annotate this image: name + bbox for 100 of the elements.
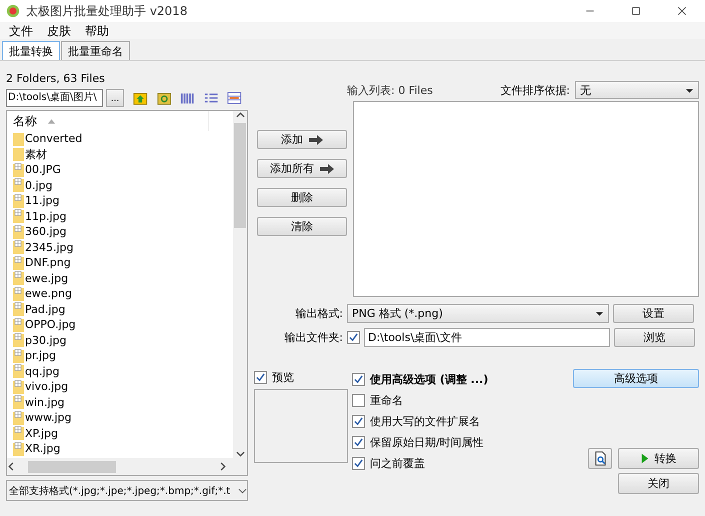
image-file-icon (13, 194, 24, 208)
checkbox[interactable] (347, 331, 360, 344)
output-folder-label: 输出文件夹: (283, 330, 343, 345)
list-button[interactable]: 删除 (257, 188, 347, 207)
folder-icon (13, 147, 24, 162)
image-file-icon (13, 240, 24, 254)
image-file-icon (13, 224, 24, 239)
advanced-options-button[interactable]: 高级选项 (573, 369, 699, 388)
image-file-icon (13, 364, 24, 378)
file-name[interactable]: pr.jpg (25, 349, 56, 362)
checkbox[interactable] (352, 394, 365, 407)
file-name[interactable]: 素材 (25, 146, 47, 162)
column-header[interactable]: 名称 (13, 112, 37, 130)
option-label: 问之前覆盖 (370, 456, 425, 471)
arrow-icon (309, 134, 323, 144)
browse-button[interactable]: ... (106, 89, 124, 107)
file-name[interactable]: 11p.jpg (25, 210, 66, 223)
close-icon (676, 5, 688, 17)
document-search-icon (592, 451, 608, 466)
horizontal-scrollbar[interactable] (7, 458, 247, 475)
scroll-left-icon (7, 462, 16, 471)
file-name[interactable]: ewe.png (25, 287, 72, 300)
option-label: 使用高级选项 (调整 ...) (370, 372, 488, 387)
file-name[interactable]: www.jpg (25, 411, 72, 424)
maximize-icon (630, 5, 642, 17)
image-file-icon (13, 395, 24, 410)
list-button[interactable]: 添加所有 (257, 159, 347, 178)
image-file-icon (13, 348, 24, 363)
scroll-right-icon (218, 462, 227, 471)
image-file-icon (13, 442, 24, 456)
file-name[interactable]: 0.jpg (25, 178, 53, 192)
output-folder-field[interactable]: D:\tools\桌面\文件 (364, 328, 610, 347)
file-name[interactable]: 2345.jpg (25, 240, 74, 254)
settings-button[interactable]: 设置 (613, 304, 694, 323)
path-field[interactable]: D:\tools\桌面\图片\ (6, 89, 103, 107)
list-button[interactable]: 添加 (257, 130, 347, 149)
image-file-icon (13, 256, 24, 270)
folder-up-icon[interactable] (133, 90, 148, 106)
file-name[interactable]: DNF.png (25, 256, 71, 270)
arrow-icon (320, 164, 334, 174)
file-name[interactable]: win.jpg (25, 396, 65, 409)
play-icon (640, 453, 648, 464)
sort-dropdown[interactable]: 无 (575, 81, 699, 99)
close-dialog-button[interactable]: 关闭 (618, 473, 699, 494)
file-name[interactable]: ewe.jpg (25, 272, 68, 285)
checkbox[interactable] (352, 457, 365, 470)
file-name[interactable]: p30.jpg (25, 334, 66, 347)
sort-arrow-icon (47, 116, 56, 126)
checkbox[interactable] (352, 373, 365, 386)
input-list-label: 输入列表: 0 Files (347, 82, 434, 98)
image-file-icon (13, 271, 24, 286)
tab[interactable]: 批量重命名 (61, 41, 130, 60)
list-button[interactable]: 清除 (257, 217, 347, 236)
grid-view-icon[interactable] (227, 90, 242, 106)
app-icon (6, 4, 20, 18)
option-label: 使用大写的文件扩展名 (370, 414, 480, 429)
file-name[interactable]: vivo.jpg (25, 380, 68, 394)
image-file-icon (13, 318, 24, 332)
file-name[interactable]: 360.jpg (25, 225, 67, 238)
scroll-down-icon (236, 449, 244, 458)
format-dropdown[interactable]: PNG 格式 (*.png) (347, 304, 609, 323)
convert-button[interactable]: 转换 (618, 448, 699, 469)
menu-item[interactable]: 文件 (4, 22, 38, 39)
file-name[interactable]: XR.jpg (25, 442, 60, 456)
vertical-scrollbar[interactable] (233, 111, 247, 458)
scroll-up-icon (236, 111, 244, 120)
image-file-icon (13, 410, 24, 425)
menu-item[interactable]: 帮助 (80, 22, 114, 39)
file-name[interactable]: OPPO.jpg (25, 318, 76, 332)
file-type-dropdown[interactable]: 全部支持格式(*.jpg;*.jpe;*.jpeg;*.bmp;*.gif;*.t (6, 480, 248, 501)
browse-button[interactable]: 浏览 (614, 328, 695, 347)
sort-label: 文件排序依据: (500, 82, 570, 98)
checkbox[interactable] (352, 436, 365, 449)
file-name[interactable]: Converted (25, 132, 82, 146)
image-file-icon (13, 426, 24, 440)
file-name[interactable]: qq.jpg (25, 364, 60, 378)
file-count: 2 Folders, 63 Files (5, 71, 106, 87)
chevron-down-icon (238, 486, 247, 495)
option-label: 保留原始日期/时间属性 (370, 435, 484, 450)
preview-button[interactable] (588, 448, 612, 469)
file-name[interactable]: 00.JPG (25, 163, 61, 176)
preview-label: 预览 (272, 370, 294, 385)
image-file-icon (13, 380, 24, 394)
option-label: 重命名 (370, 393, 403, 408)
image-file-icon (13, 286, 24, 301)
format-label: 输出格式: (294, 306, 343, 321)
image-file-icon (13, 333, 24, 348)
tab[interactable]: 批量转换 (2, 41, 60, 60)
image-file-icon (13, 209, 24, 224)
checkbox[interactable] (254, 371, 267, 384)
menu-item[interactable]: 皮肤 (42, 22, 76, 39)
dropdown-arrow-icon (595, 309, 604, 318)
image-file-icon (13, 302, 24, 316)
image-file-icon (13, 178, 24, 192)
file-name[interactable]: XP.jpg (25, 426, 58, 440)
file-name[interactable]: 11.jpg (25, 194, 60, 208)
window-title: 太极图片批量处理助手 v2018 (26, 2, 188, 20)
file-name[interactable]: Pad.jpg (25, 302, 66, 316)
image-file-icon (13, 162, 24, 177)
checkbox[interactable] (352, 415, 365, 428)
